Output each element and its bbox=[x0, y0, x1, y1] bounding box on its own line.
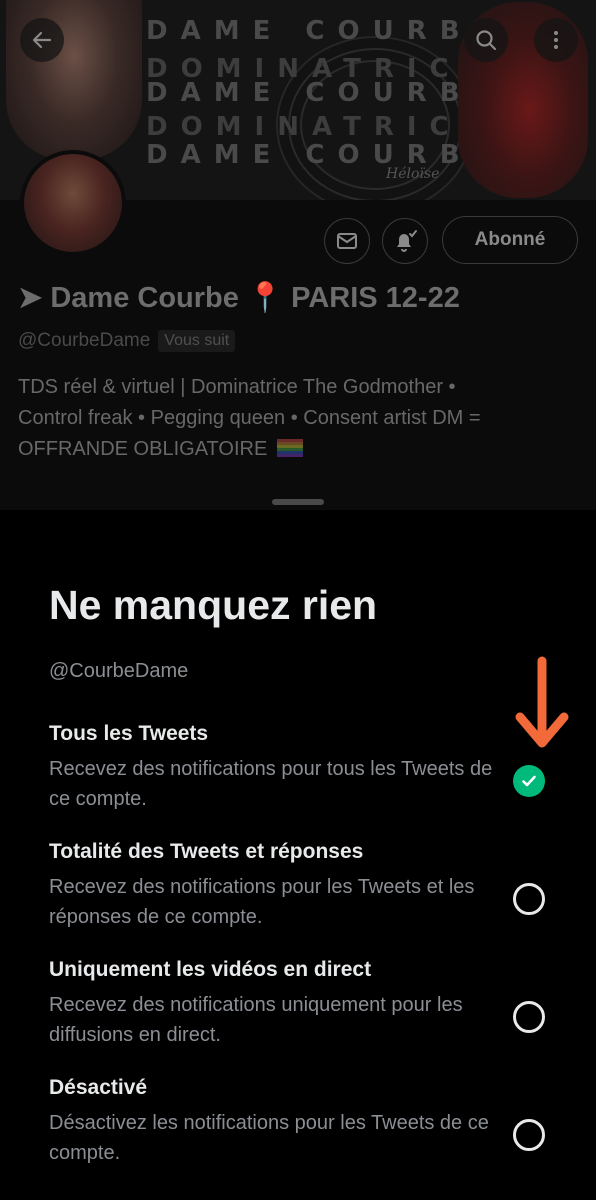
back-arrow-icon bbox=[32, 31, 52, 49]
bell-check-icon bbox=[397, 230, 417, 252]
location-pin-icon: 📍 bbox=[246, 282, 284, 314]
radio-selected[interactable] bbox=[513, 765, 545, 797]
display-name-text: ➤ Dame Courbe bbox=[18, 282, 239, 314]
sheet-drag-handle[interactable] bbox=[272, 499, 324, 505]
more-button[interactable] bbox=[534, 18, 578, 62]
radio-unselected[interactable] bbox=[513, 1119, 545, 1151]
option-title: Tous les Tweets bbox=[49, 722, 209, 745]
sheet-title: Ne manquez rien bbox=[49, 582, 378, 628]
option-title: Totalité des Tweets et réponses bbox=[49, 840, 364, 863]
banner-text: DAME COURBE bbox=[146, 140, 504, 170]
profile-handle: @CourbeDame bbox=[18, 330, 151, 351]
banner-text: DAME COURBE bbox=[146, 78, 504, 108]
bio-line: OFFRANDE OBLIGATOIRE bbox=[18, 434, 578, 465]
bio-line: Control freak • Pegging queen • Consent … bbox=[18, 407, 481, 429]
avatar[interactable] bbox=[20, 150, 126, 256]
profile-background: DAME COURBE DOMINATRICE DAME COURBE DOMI… bbox=[0, 0, 596, 510]
search-icon bbox=[476, 30, 497, 51]
mail-icon bbox=[337, 233, 357, 249]
sheet-handle: @CourbeDame bbox=[49, 660, 189, 682]
banner-signature: Héloïse bbox=[386, 166, 440, 182]
checkmark-icon bbox=[522, 775, 536, 787]
follows-you-badge: Vous suit bbox=[158, 330, 236, 352]
profile-bio: TDS réel & virtuel | Dominatrice The God… bbox=[18, 372, 578, 465]
notifications-button[interactable] bbox=[382, 218, 428, 264]
display-name: ➤ Dame Courbe 📍 PARIS 12-22 bbox=[18, 280, 460, 315]
option-title: Désactivé bbox=[49, 1076, 148, 1099]
banner-text: DOMINATRICE bbox=[146, 112, 493, 142]
search-button[interactable] bbox=[464, 18, 508, 62]
message-button[interactable] bbox=[324, 218, 370, 264]
handle-row: @CourbeDame Vous suit bbox=[18, 330, 236, 352]
banner-text: DAME COURBE bbox=[146, 16, 504, 46]
option-description: Recevez des notifications pour les Tweet… bbox=[49, 876, 475, 928]
option-description: Désactivez les notifications pour les Tw… bbox=[49, 1112, 489, 1164]
display-name-location: PARIS 12-22 bbox=[291, 282, 460, 314]
following-button[interactable]: Abonné bbox=[442, 216, 578, 264]
annotation-arrow-icon bbox=[515, 656, 569, 748]
back-button[interactable] bbox=[20, 18, 64, 62]
option-description: Recevez des notifications pour tous les … bbox=[49, 758, 493, 810]
rainbow-flag-icon bbox=[276, 439, 303, 457]
option-description: Recevez des notifications uniquement pou… bbox=[49, 994, 463, 1046]
bio-line-text: OFFRANDE OBLIGATOIRE bbox=[18, 438, 268, 460]
radio-unselected[interactable] bbox=[513, 1001, 545, 1033]
radio-unselected[interactable] bbox=[513, 883, 545, 915]
option-title: Uniquement les vidéos en direct bbox=[49, 958, 372, 981]
bio-line: TDS réel & virtuel | Dominatrice The God… bbox=[18, 376, 456, 398]
more-vertical-icon bbox=[554, 31, 558, 49]
profile-meta-row bbox=[18, 482, 578, 500]
